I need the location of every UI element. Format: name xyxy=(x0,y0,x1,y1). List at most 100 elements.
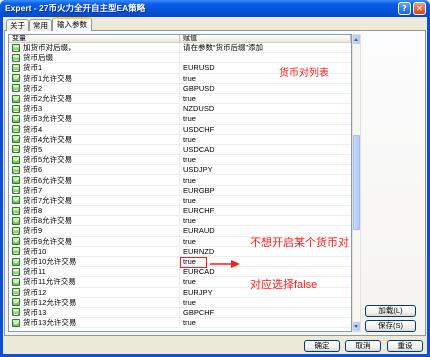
close-button[interactable]: ✕ xyxy=(413,2,426,15)
param-value-cell[interactable]: GBPUSD xyxy=(180,84,351,93)
param-name: 货币6 xyxy=(23,165,43,175)
param-value-cell[interactable]: GBPCHF xyxy=(180,308,351,317)
tab-about[interactable]: 关于 xyxy=(6,19,29,31)
param-row[interactable]: 货币12允许交易 true xyxy=(9,297,351,308)
param-name-cell: 货币4 xyxy=(9,124,180,134)
param-row[interactable]: 货币6 USDJPY xyxy=(9,165,351,176)
param-name: 货币10允许交易 xyxy=(23,257,77,267)
param-name: 货币2 xyxy=(23,83,43,93)
param-row[interactable]: 货币后缀 xyxy=(9,53,351,64)
param-name-cell: 货币12 xyxy=(9,287,180,297)
param-row[interactable]: 货币2 GBPUSD xyxy=(9,83,351,94)
param-name: 货币1 xyxy=(23,63,43,73)
param-name-cell: 货币1 xyxy=(9,63,180,73)
param-value-cell[interactable]: true xyxy=(180,114,351,123)
param-value[interactable]: EURAUD xyxy=(183,226,215,235)
param-row[interactable]: 货币4允许交易 true xyxy=(9,134,351,145)
param-row[interactable]: 货币3 NZDUSD xyxy=(9,104,351,115)
table-header: 变量 赋值 xyxy=(9,35,351,43)
param-value[interactable]: true xyxy=(183,176,196,185)
param-value-cell[interactable]: true xyxy=(180,216,351,225)
param-value[interactable]: USDCHF xyxy=(183,125,214,134)
param-value[interactable]: true xyxy=(183,155,196,164)
param-value-cell[interactable]: EURGBP xyxy=(180,186,351,195)
param-value-cell[interactable]: true xyxy=(180,298,351,307)
param-value-cell[interactable]: USDJPY xyxy=(180,165,351,174)
param-value-cell[interactable] xyxy=(180,53,351,62)
param-value[interactable]: NZDUSD xyxy=(183,104,214,113)
load-button[interactable]: 加载(L) xyxy=(365,305,416,317)
param-row[interactable]: 货币7允许交易 true xyxy=(9,195,351,206)
param-value-cell[interactable]: EURCAD xyxy=(180,267,351,276)
param-value[interactable]: EURUSD xyxy=(183,63,215,72)
param-value[interactable]: true xyxy=(183,135,196,144)
param-value[interactable]: EURJPY xyxy=(183,288,213,297)
tab-inputs[interactable]: 输入参数 xyxy=(52,17,92,31)
param-row[interactable]: 货币6允许交易 true xyxy=(9,175,351,186)
tab-common[interactable]: 常用 xyxy=(29,19,52,31)
param-value[interactable]: true xyxy=(183,277,196,286)
param-value[interactable]: GBPUSD xyxy=(183,84,215,93)
param-value[interactable]: USDJPY xyxy=(183,165,213,174)
column-header-value[interactable]: 赋值 xyxy=(180,35,351,43)
param-value-cell[interactable]: USDCHF xyxy=(180,125,351,134)
param-value[interactable]: true xyxy=(183,216,196,225)
annotation-note-line2: 对应选择false xyxy=(250,279,318,291)
cancel-button[interactable]: 取消 xyxy=(345,340,381,352)
scroll-up-button[interactable] xyxy=(353,35,360,44)
param-row[interactable]: 货币5允许交易 true xyxy=(9,155,351,166)
param-row[interactable]: 货币13 GBPCHF xyxy=(9,307,351,319)
title-bar[interactable]: Expert - 27币火力全开自主型EA策略 xyxy=(0,0,430,17)
param-value-cell[interactable]: true xyxy=(180,155,351,164)
param-row[interactable]: 货币7 EURGBP xyxy=(9,185,351,196)
param-value[interactable]: 请在参数“货币后缀”添加 xyxy=(183,43,263,52)
param-value-cell[interactable]: true xyxy=(180,94,351,103)
param-value[interactable]: true xyxy=(183,114,196,123)
param-value[interactable]: USDCAD xyxy=(183,145,215,154)
reset-button[interactable]: 重设 xyxy=(387,340,423,352)
param-name-cell: 货币9允许交易 xyxy=(9,236,180,246)
ok-button[interactable]: 确定 xyxy=(304,340,340,352)
param-value[interactable]: EURCHF xyxy=(183,206,214,215)
scroll-down-button[interactable] xyxy=(353,322,360,331)
param-row[interactable]: 货币13允许交易 true xyxy=(9,318,351,329)
param-name-cell: 货币11 xyxy=(9,267,180,277)
param-value-cell[interactable]: EURCHF xyxy=(180,206,351,215)
param-value[interactable]: true xyxy=(183,74,196,83)
param-value[interactable]: true xyxy=(183,298,196,307)
scroll-thumb[interactable] xyxy=(353,135,360,230)
param-value[interactable]: true xyxy=(183,237,196,246)
param-value-cell[interactable]: true xyxy=(180,318,351,327)
param-row[interactable]: 货币5 USDCAD xyxy=(9,144,351,156)
param-value-cell[interactable]: NZDUSD xyxy=(180,104,351,113)
param-name-cell: 货币7 xyxy=(9,185,180,195)
param-value[interactable]: true xyxy=(183,196,196,205)
param-value[interactable]: true xyxy=(183,318,196,327)
param-value[interactable]: EURGBP xyxy=(183,186,215,195)
window-title: Expert - 27币火力全开自主型EA策略 xyxy=(5,3,146,13)
param-value[interactable]: GBPCHF xyxy=(183,308,214,317)
column-header-variable[interactable]: 变量 xyxy=(9,35,180,43)
param-value[interactable]: true xyxy=(183,94,196,103)
param-value-cell[interactable]: 请在参数“货币后缀”添加 xyxy=(180,43,351,52)
vertical-scrollbar[interactable] xyxy=(352,34,361,332)
param-name-cell: 货币12允许交易 xyxy=(9,297,180,307)
bool-param-icon xyxy=(12,196,20,205)
param-row[interactable]: 货币8允许交易 true xyxy=(9,216,351,227)
bool-param-icon xyxy=(12,114,20,123)
param-row[interactable]: 货币8 EURCHF xyxy=(9,206,351,217)
param-value-cell[interactable]: true xyxy=(180,196,351,205)
param-row[interactable]: 货币3允许交易 true xyxy=(9,114,351,125)
param-row[interactable]: 货币4 USDCHF xyxy=(9,124,351,135)
param-value-cell[interactable]: true xyxy=(180,135,351,144)
param-value-cell[interactable]: true xyxy=(180,175,351,185)
param-value-cell[interactable]: USDCAD xyxy=(180,145,351,154)
bool-param-icon xyxy=(12,74,20,83)
string-param-icon xyxy=(12,226,20,235)
param-row[interactable]: 加货币对后缀， 请在参数“货币后缀”添加 xyxy=(9,43,351,54)
param-name: 货币9允许交易 xyxy=(23,236,73,246)
param-row[interactable]: 货币2允许交易 true xyxy=(9,93,351,105)
param-value[interactable]: EURNZD xyxy=(183,247,214,256)
help-button[interactable]: ? xyxy=(398,2,411,15)
save-button[interactable]: 保存(S) xyxy=(365,320,416,332)
